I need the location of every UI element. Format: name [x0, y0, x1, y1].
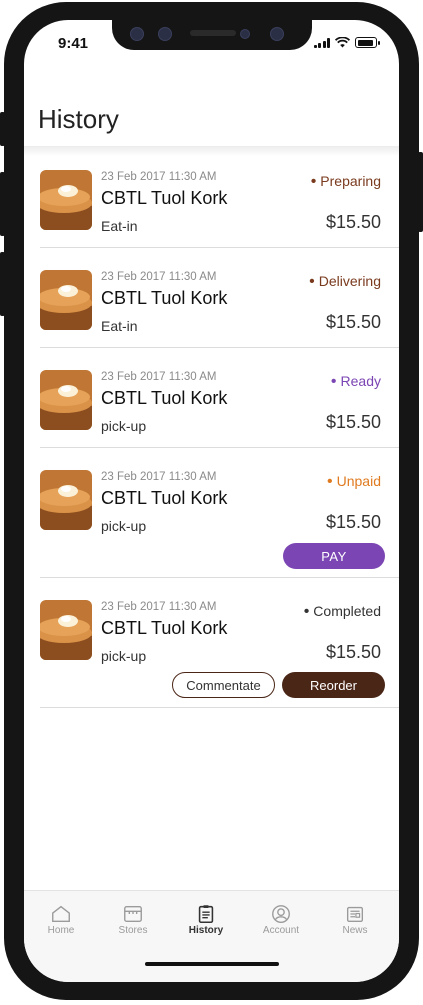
tab-label: History	[188, 925, 224, 936]
store-name: CBTL Tuol Kork	[101, 288, 228, 308]
sensor-icon	[158, 27, 172, 41]
order-item[interactable]: 23 Feb 2017 11:30 AM CBTL Tuol Kork Eat-…	[40, 148, 399, 248]
mute-switch	[0, 112, 5, 146]
speaker	[190, 30, 236, 36]
tab-history[interactable]: History	[176, 903, 236, 936]
order-item[interactable]: 23 Feb 2017 11:30 AM CBTL Tuol Kork Eat-…	[40, 248, 399, 348]
tab-home[interactable]: Home	[31, 903, 91, 936]
status-badge: • Unpaid	[327, 473, 381, 491]
store-name: CBTL Tuol Kork	[101, 388, 228, 408]
status-badge: • Delivering	[309, 273, 381, 291]
pay-button[interactable]: PAY	[283, 543, 385, 569]
pancake-thumbnail	[40, 170, 92, 230]
status-icons	[313, 37, 380, 48]
order-date: 23 Feb 2017 11:30 AM	[101, 471, 217, 483]
status-time: 9:41	[58, 35, 89, 52]
order-price: $15.50	[325, 212, 381, 232]
order-date: 23 Feb 2017 11:30 AM	[101, 171, 217, 183]
order-type: Eat-in	[101, 318, 138, 334]
volume-up-button	[0, 172, 5, 236]
pancake-thumbnail	[40, 270, 92, 330]
commentate-button[interactable]: Commentate	[172, 672, 275, 698]
home-indicator[interactable]	[145, 962, 279, 966]
order-type: pick-up	[101, 648, 147, 664]
status-badge: • Preparing	[311, 173, 381, 191]
screen: 9:41 History 23 Feb 2017 11:30 AM CBTL T…	[24, 20, 399, 982]
pancake-thumbnail	[40, 600, 92, 660]
news-icon	[346, 906, 364, 923]
order-item[interactable]: 23 Feb 2017 11:30 AM CBTL Tuol Kork pick…	[40, 348, 399, 448]
status-dot-icon: •	[309, 273, 315, 290]
order-price: $15.50	[325, 512, 381, 532]
order-date: 23 Feb 2017 11:30 AM	[101, 601, 217, 613]
status-label: Unpaid	[336, 473, 381, 489]
pancake-thumbnail	[40, 370, 92, 430]
store-icon	[124, 905, 142, 923]
tab-label: News	[342, 925, 368, 936]
tab-label: Account	[262, 925, 300, 936]
camera-icon	[130, 27, 144, 41]
store-name: CBTL Tuol Kork	[101, 618, 228, 638]
store-name: CBTL Tuol Kork	[101, 188, 228, 208]
status-badge: • Completed	[304, 603, 381, 621]
proximity-sensor	[240, 29, 250, 39]
home-icon	[52, 905, 70, 923]
status-dot-icon: •	[327, 473, 333, 490]
status-dot-icon: •	[303, 603, 310, 620]
battery-icon	[355, 37, 380, 48]
status-dot-icon: •	[330, 373, 337, 390]
clipboard-icon	[198, 905, 214, 924]
wifi-icon	[335, 37, 350, 48]
tab-stores[interactable]: Stores	[103, 903, 163, 936]
order-price: $15.50	[325, 312, 381, 332]
order-type: pick-up	[101, 418, 147, 434]
tab-news[interactable]: News	[325, 903, 385, 936]
volume-down-button	[0, 252, 5, 316]
notch	[112, 20, 312, 50]
order-type: Eat-in	[101, 218, 138, 234]
page-title: History	[38, 104, 119, 134]
signal-icon	[313, 37, 330, 48]
status-label: Preparing	[320, 173, 381, 189]
order-type: pick-up	[101, 518, 147, 534]
order-date: 23 Feb 2017 11:30 AM	[101, 271, 217, 283]
order-list: 23 Feb 2017 11:30 AM CBTL Tuol Kork Eat-…	[24, 148, 399, 708]
order-item[interactable]: 23 Feb 2017 11:30 AM CBTL Tuol Kork pick…	[40, 578, 399, 708]
status-dot-icon: •	[310, 173, 317, 190]
status-label: Completed	[313, 603, 381, 619]
status-badge: • Ready	[331, 373, 381, 391]
order-price: $15.50	[325, 642, 381, 662]
order-item[interactable]: 23 Feb 2017 11:30 AM CBTL Tuol Kork pick…	[40, 448, 399, 578]
tab-account[interactable]: Account	[251, 903, 311, 936]
tab-bar: Home Stores History Account News	[24, 890, 399, 982]
reorder-button[interactable]: Reorder	[282, 672, 385, 698]
status-label: Delivering	[318, 273, 381, 289]
order-price: $15.50	[325, 412, 381, 432]
order-date: 23 Feb 2017 11:30 AM	[101, 371, 217, 383]
front-camera-icon	[270, 27, 284, 41]
store-name: CBTL Tuol Kork	[101, 488, 228, 508]
power-button	[418, 152, 423, 232]
tab-label: Home	[47, 925, 75, 936]
tab-label: Stores	[118, 925, 148, 936]
status-label: Ready	[340, 373, 381, 389]
pancake-thumbnail	[40, 470, 92, 530]
account-icon	[272, 905, 290, 923]
